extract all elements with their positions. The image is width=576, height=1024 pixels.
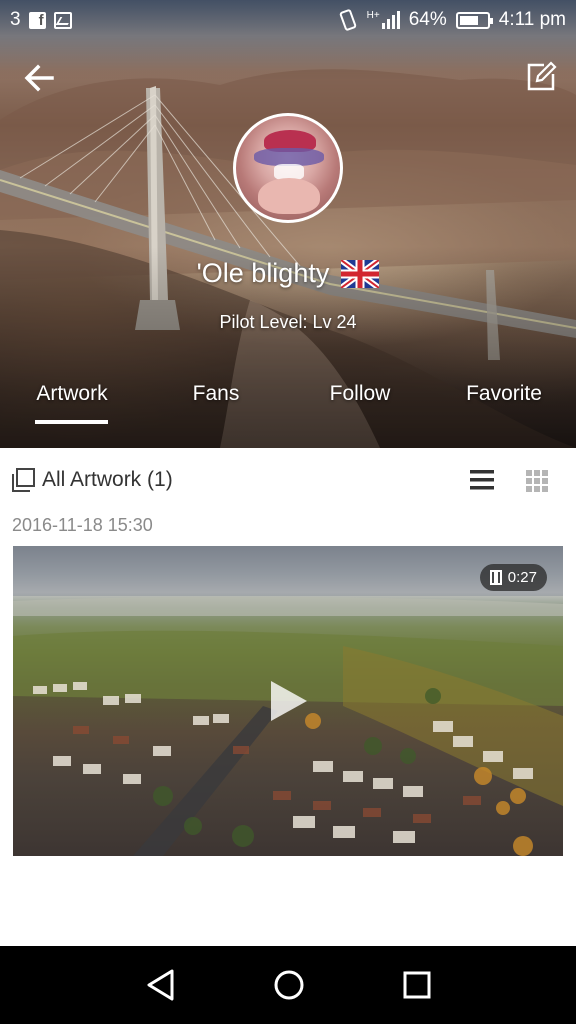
vibrate-icon — [339, 9, 356, 31]
video-duration: 0:27 — [507, 569, 537, 586]
edit-icon[interactable] — [524, 60, 558, 94]
profile-tabs: Artwork Fans Follow Favorite — [0, 370, 576, 430]
battery-percent: 64% — [408, 9, 447, 30]
gallery-icon — [12, 468, 35, 492]
tab-fans[interactable]: Fans — [158, 382, 274, 406]
post-date: 2016-11-18 15:30 — [12, 515, 153, 535]
image-notification-icon — [53, 11, 72, 29]
arrow-left-icon[interactable] — [22, 60, 58, 96]
film-icon — [489, 570, 502, 585]
pilot-level: Pilot Level: Lv 24 — [219, 312, 357, 332]
recents-square-icon[interactable] — [402, 970, 432, 1000]
tab-artwork[interactable]: Artwork — [14, 382, 130, 406]
system-nav-bar — [0, 946, 576, 1024]
username-row: 'Ole blighty — [0, 258, 576, 289]
status-bar: 3 f H+ 64% 4:11 pm — [0, 0, 576, 40]
video-duration-badge: 0:27 — [479, 564, 547, 591]
list-view-icon[interactable] — [468, 467, 496, 493]
username: 'Ole blighty — [196, 258, 330, 288]
facebook-icon: f — [28, 11, 46, 29]
play-icon[interactable] — [269, 679, 309, 723]
back-triangle-icon[interactable] — [144, 968, 178, 1002]
home-circle-icon[interactable] — [273, 969, 305, 1001]
clock: 4:11 pm — [498, 9, 566, 30]
section-title: All Artwork (1) — [42, 468, 173, 491]
signal-icon: H+ — [367, 11, 400, 29]
status-bar-left: 3 f — [10, 9, 72, 31]
tab-follow[interactable]: Follow — [302, 382, 418, 406]
notification-count: 3 — [10, 9, 21, 30]
status-bar-right: H+ 64% 4:11 pm — [338, 9, 566, 31]
artwork-section-header: All Artwork (1) — [0, 456, 576, 506]
video-post[interactable]: 0:27 — [13, 546, 563, 856]
active-tab-indicator — [35, 420, 108, 424]
grid-view-icon[interactable] — [524, 468, 550, 494]
uk-flag-icon — [341, 259, 380, 288]
battery-icon — [455, 11, 493, 29]
avatar[interactable] — [233, 113, 343, 223]
tab-favorite[interactable]: Favorite — [446, 382, 562, 406]
